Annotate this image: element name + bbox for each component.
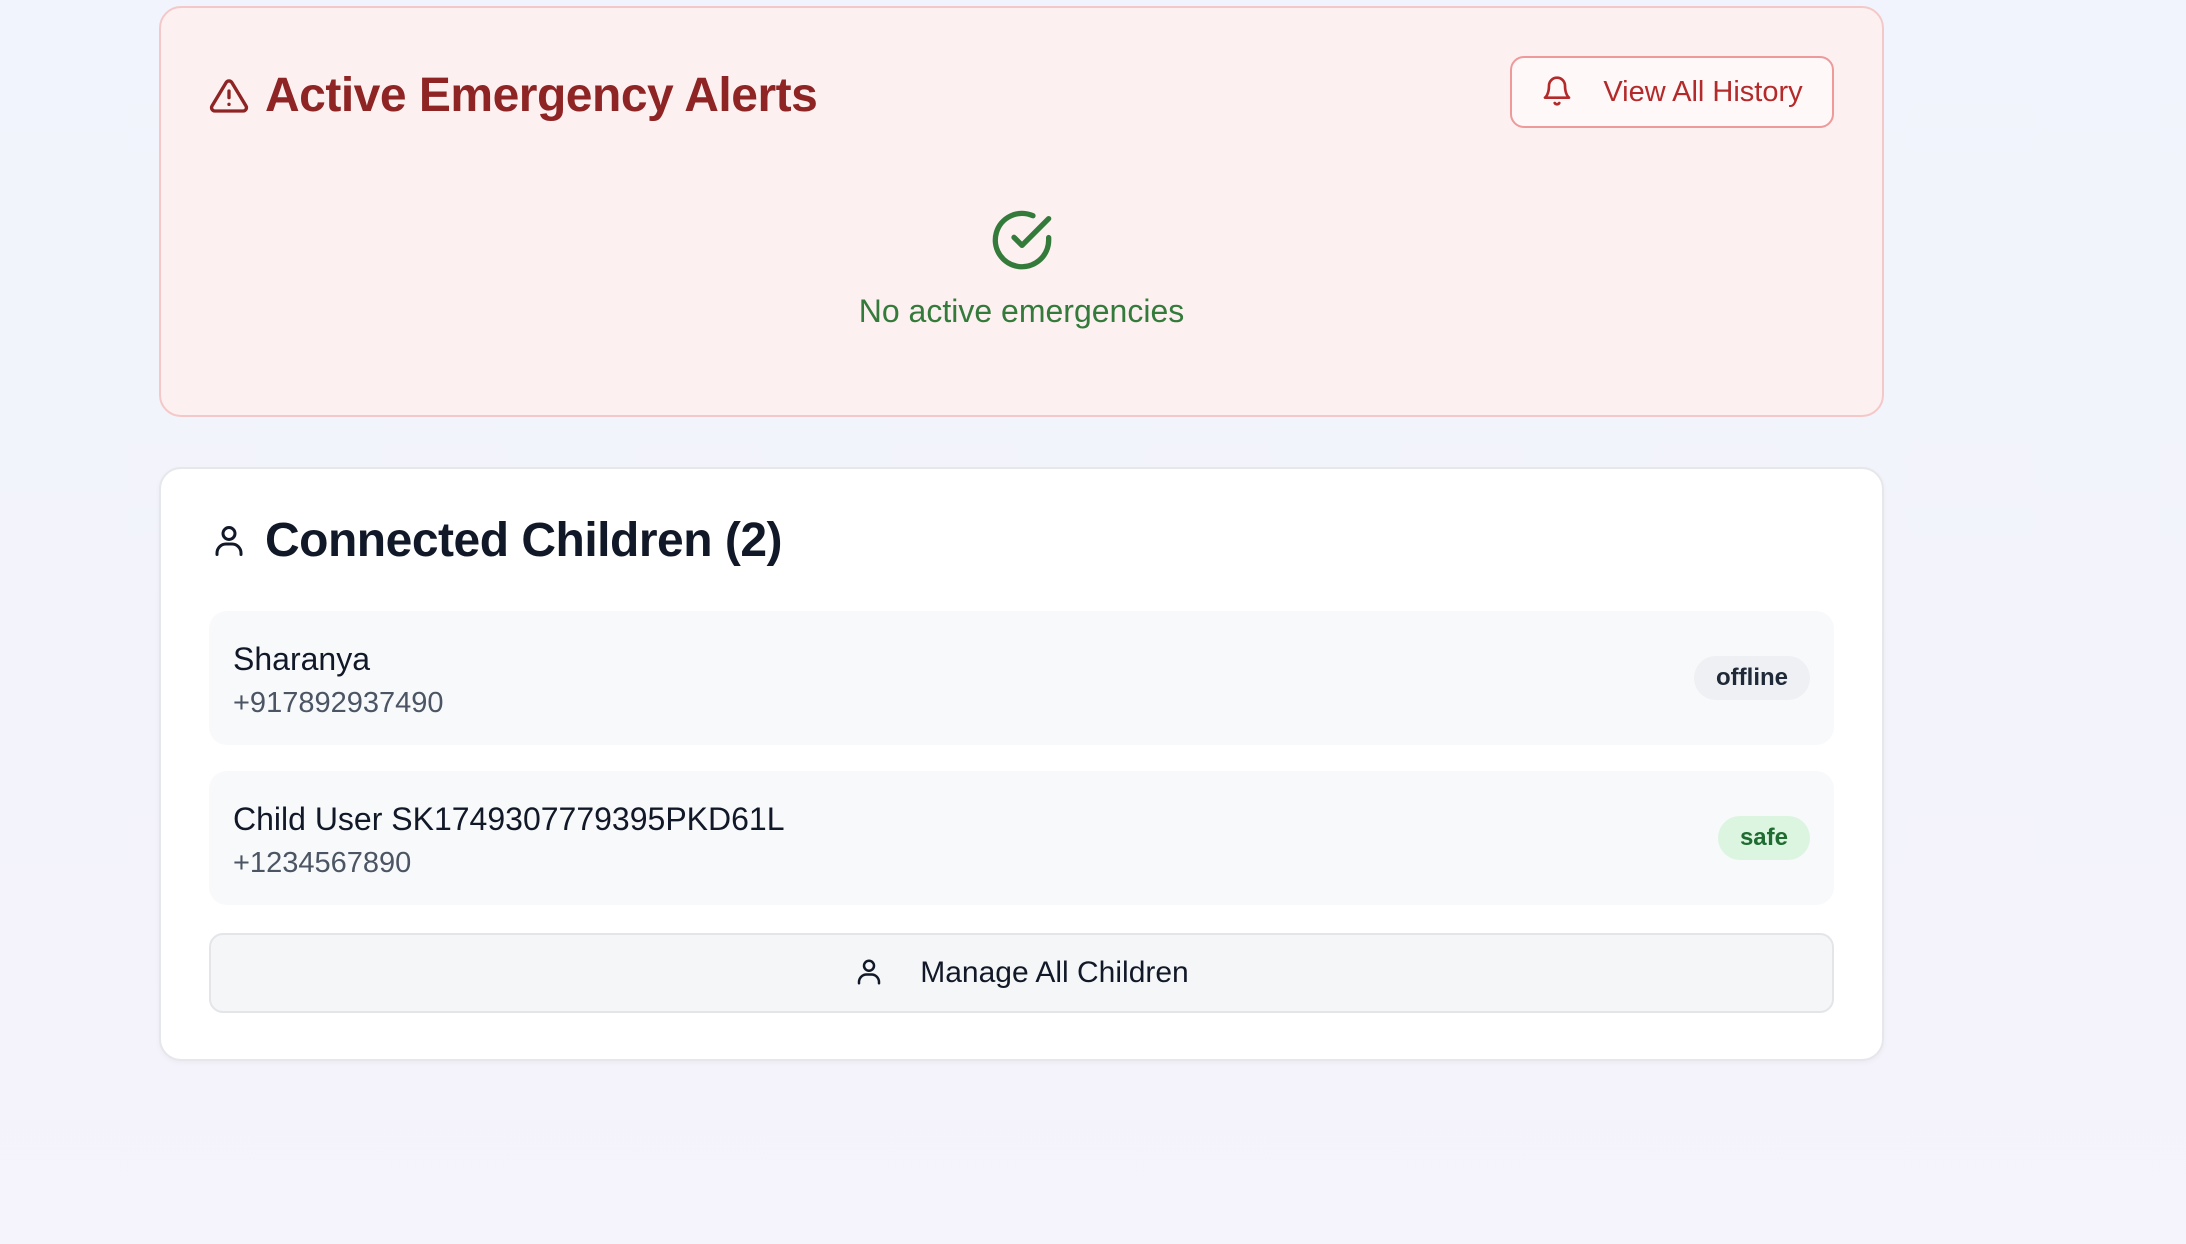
child-name: Sharanya (233, 641, 370, 677)
warning-triangle-icon (209, 76, 249, 116)
child-list-item[interactable]: Sharanya +917892937490 offline (209, 611, 1834, 745)
child-name: Child User SK1749307779395PKD61L (233, 801, 785, 837)
manage-all-children-button[interactable]: Manage All Children (209, 933, 1834, 1013)
view-all-history-label: View All History (1603, 75, 1803, 108)
child-phone: +917892937490 (233, 687, 444, 719)
status-badge: offline (1694, 656, 1810, 700)
check-circle-icon (990, 208, 1054, 277)
connected-children-card: Connected Children (2) Sharanya +9178929… (159, 467, 1884, 1061)
bell-icon (1541, 75, 1573, 110)
alerts-header: Active Emergency Alerts (209, 68, 818, 123)
manage-all-children-label: Manage All Children (920, 956, 1189, 989)
emergency-alerts-card: Active Emergency Alerts View All History… (159, 6, 1884, 417)
child-list-item[interactable]: Child User SK1749307779395PKD61L +123456… (209, 771, 1834, 905)
children-header: Connected Children (2) (209, 513, 783, 568)
alerts-title: Active Emergency Alerts (265, 69, 818, 122)
status-badge: safe (1717, 816, 1810, 860)
user-icon (854, 957, 884, 990)
view-all-history-button[interactable]: View All History (1510, 56, 1834, 128)
no-emergencies-state: No active emergencies (161, 208, 1882, 330)
user-icon (209, 521, 249, 561)
no-emergencies-text: No active emergencies (858, 293, 1185, 329)
child-phone: +1234567890 (233, 847, 412, 879)
children-title: Connected Children (2) (265, 514, 783, 567)
